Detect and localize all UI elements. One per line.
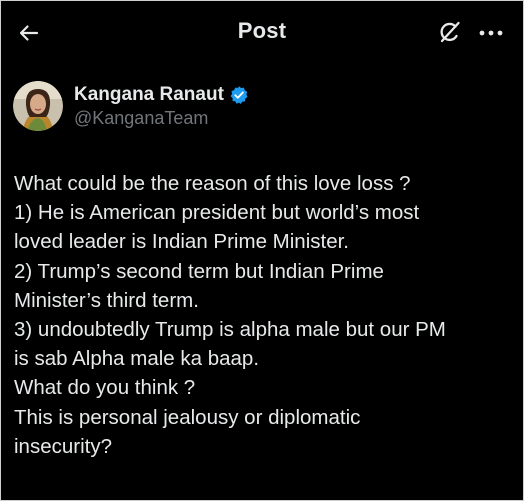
profile-photo-icon [13, 81, 63, 131]
post-text-line: 3) undoubtedly Trump is alpha male but o… [14, 318, 446, 342]
more-options-button[interactable] [475, 19, 507, 47]
author-handle[interactable]: @KanganaTeam [74, 108, 208, 129]
top-bar: Post [1, 1, 523, 63]
post-screen: Post Kangana Ranaut @KanganaTeam What co… [0, 0, 524, 501]
post-text-line: 1) He is American president but world’s … [14, 201, 420, 225]
post-text-line: 2) Trump’s second term but Indian Prime [14, 259, 384, 283]
avatar[interactable] [13, 81, 63, 131]
author-name[interactable]: Kangana Ranaut [74, 84, 224, 106]
grok-button[interactable] [435, 19, 463, 47]
post-text: What could be the reason of this love lo… [14, 169, 514, 461]
post-text-line: insecurity? [14, 434, 112, 458]
post-author: Kangana Ranaut @KanganaTeam [13, 81, 413, 133]
post-text-line: What could be the reason of this love lo… [14, 172, 411, 195]
post-text-line: Minister’s third term. [14, 288, 199, 312]
grok-icon [440, 21, 460, 43]
verified-badge-icon[interactable] [229, 85, 249, 105]
post-text-line: What do you think ? [14, 376, 196, 400]
author-name-row: Kangana Ranaut [74, 84, 249, 106]
more-horizontal-icon [479, 30, 503, 36]
post-text-line: This is personal jealousy or diplomatic [14, 405, 361, 429]
post-text-line: is sab Alpha male ka baap. [14, 347, 260, 371]
post-text-line: loved leader is Indian Prime Minister. [14, 230, 349, 254]
